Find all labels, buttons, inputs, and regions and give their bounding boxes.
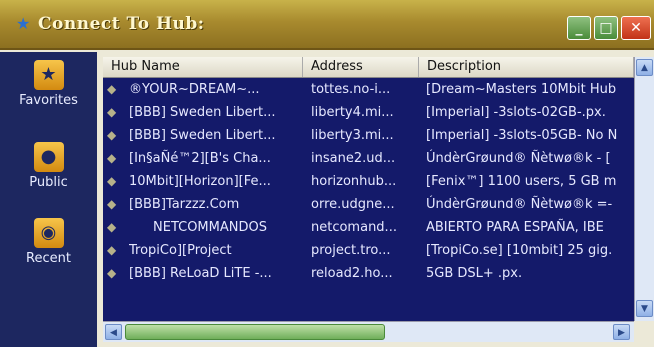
table-row[interactable]: ◆ [BBB] ReLoaD LiTE -... reload2.ho... 5… xyxy=(103,262,634,285)
hub-name-cell: [BBB] ReLoaD LiTE -... xyxy=(129,266,272,281)
description-cell: [Fenix™] 1100 users, 5 GB m xyxy=(426,174,617,189)
description-cell: [Imperial] -3slots-05GB- No N xyxy=(426,128,618,143)
hub-category-sidebar: ★ Favorites ● Public ◉ Recent xyxy=(0,52,97,347)
connect-to-hub-window: ★ Connect To Hub: _ □ ✕ ★ Favorites ● Pu… xyxy=(0,0,654,347)
hub-icon: ◆ xyxy=(107,174,117,188)
description-cell: [Imperial] -3slots-02GB-.px. xyxy=(426,105,606,120)
address-cell: netcomand... xyxy=(311,220,397,235)
hub-icon: ◆ xyxy=(107,220,117,234)
address-cell: orre.udgne... xyxy=(311,197,395,212)
horizontal-scroll-thumb[interactable] xyxy=(125,324,385,340)
column-header-hub-name[interactable]: Hub Name xyxy=(103,57,303,77)
title-bar[interactable]: ★ Connect To Hub: _ □ ✕ xyxy=(0,0,654,50)
recent-icon: ◉ xyxy=(33,218,64,248)
table-row[interactable]: ◆ [BBB] Sweden Libert... liberty4.mi... … xyxy=(103,101,634,124)
description-cell: 5GB DSL+ .px. xyxy=(426,266,523,281)
hub-name-cell: 10Mbit][Horizon][Fe... xyxy=(129,174,271,189)
sidebar-item-favorites[interactable]: ★ Favorites xyxy=(0,60,97,108)
address-cell: project.tro... xyxy=(311,243,391,258)
address-cell: liberty3.mi... xyxy=(311,128,394,143)
minimize-button[interactable]: _ xyxy=(567,16,591,40)
hub-icon: ◆ xyxy=(107,128,117,142)
table-row[interactable]: ◆ ®YOUR~DREAM~... tottes.no-i... [Dream~… xyxy=(103,78,634,101)
table-row[interactable]: ◆ [BBB]Tarzzz.Com orre.udgne... ÚndèrGrø… xyxy=(103,193,634,216)
hub-name-cell: NETCOMMANDOS xyxy=(153,220,267,235)
favorites-icon: ★ xyxy=(33,60,64,90)
vertical-scrollbar[interactable]: ▲ ▼ xyxy=(634,57,654,321)
scroll-down-arrow-icon[interactable]: ▼ xyxy=(636,300,653,317)
hub-icon: ◆ xyxy=(107,105,117,119)
address-cell: horizonhub... xyxy=(311,174,397,189)
hub-icon: ★ xyxy=(16,14,31,33)
sidebar-item-label: Public xyxy=(29,175,68,190)
scroll-left-arrow-icon[interactable]: ◀ xyxy=(105,324,122,340)
scroll-right-arrow-icon[interactable]: ▶ xyxy=(613,324,630,340)
window-title: Connect To Hub: xyxy=(38,14,205,34)
hub-name-cell: [In§aÑé™2][B's Cha... xyxy=(129,151,271,166)
address-cell: insane2.ud... xyxy=(311,151,396,166)
hub-icon: ◆ xyxy=(107,151,117,165)
close-button[interactable]: ✕ xyxy=(621,16,651,40)
sidebar-item-label: Recent xyxy=(26,251,71,266)
column-header-description[interactable]: Description xyxy=(419,57,634,77)
description-cell: ABIERTO PARA ESPAÑA, IBE xyxy=(426,220,604,235)
hub-icon: ◆ xyxy=(107,266,117,280)
table-row[interactable]: ◆ TropiCo][Project project.tro... [Tropi… xyxy=(103,239,634,262)
table-row[interactable]: ◆ [In§aÑé™2][B's Cha... insane2.ud... Ún… xyxy=(103,147,634,170)
sidebar-item-recent[interactable]: ◉ Recent xyxy=(0,218,97,266)
hub-list[interactable]: Hub Name Address Description ◆ ®YOUR~DRE… xyxy=(103,57,634,321)
table-row[interactable]: ◆ 10Mbit][Horizon][Fe... horizonhub... [… xyxy=(103,170,634,193)
hub-icon: ◆ xyxy=(107,243,117,257)
maximize-button[interactable]: □ xyxy=(594,16,618,40)
public-icon: ● xyxy=(33,142,64,172)
hub-icon: ◆ xyxy=(107,197,117,211)
hub-icon: ◆ xyxy=(107,82,117,96)
description-cell: [Dream~Masters 10Mbit Hub xyxy=(426,82,617,97)
address-cell: reload2.ho... xyxy=(311,266,393,281)
hub-name-cell: [BBB] Sweden Libert... xyxy=(129,128,276,143)
description-cell: ÚndèrGrøund® Ñètwø®k =- xyxy=(426,197,613,212)
hub-name-cell: [BBB]Tarzzz.Com xyxy=(129,197,240,212)
sidebar-item-public[interactable]: ● Public xyxy=(0,142,97,190)
hub-name-cell: ®YOUR~DREAM~... xyxy=(129,82,260,97)
table-row[interactable]: ◆ [BBB] Sweden Libert... liberty3.mi... … xyxy=(103,124,634,147)
horizontal-scrollbar[interactable]: ◀ ▶ xyxy=(103,321,634,342)
column-header-address[interactable]: Address xyxy=(303,57,419,77)
address-cell: liberty4.mi... xyxy=(311,105,394,120)
sidebar-item-label: Favorites xyxy=(19,93,78,108)
address-cell: tottes.no-i... xyxy=(311,82,391,97)
description-cell: [TropiCo.se] [10mbit] 25 gig. xyxy=(426,243,613,258)
hub-name-cell: [BBB] Sweden Libert... xyxy=(129,105,276,120)
hub-name-cell: TropiCo][Project xyxy=(129,243,232,258)
list-header: Hub Name Address Description xyxy=(103,57,634,78)
table-row[interactable]: ◆ NETCOMMANDOS netcomand... ABIERTO PARA… xyxy=(103,216,634,239)
scroll-up-arrow-icon[interactable]: ▲ xyxy=(636,59,653,76)
description-cell: ÚndèrGrøund® Ñètwø®k - [ xyxy=(426,151,611,166)
